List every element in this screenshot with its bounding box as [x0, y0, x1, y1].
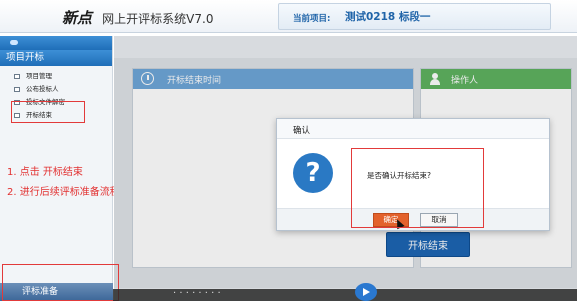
- dialog-title: 确认: [293, 126, 311, 136]
- highlight-box-sidebar: [11, 101, 85, 123]
- dialog-header: 确认: [277, 119, 549, 139]
- sidebar-item-label: 公布投标人: [26, 85, 59, 93]
- brand-name: 新点: [62, 9, 93, 27]
- sidebar-item-project-management[interactable]: 项目管理: [0, 70, 112, 83]
- highlight-box-bottom: [2, 264, 119, 301]
- video-control-bar: · · · · · · · ·: [113, 283, 577, 301]
- annotation-step-2: 2. 进行后续评标准备流程: [7, 187, 120, 198]
- current-project-label: 当前项目:: [293, 14, 331, 24]
- sidebar-top-bar: [0, 36, 112, 50]
- sidebar-toggle-icon[interactable]: [10, 40, 18, 45]
- sidebar-item-publish-bidders[interactable]: 公布投标人: [0, 83, 112, 96]
- checkbox-icon: [14, 87, 20, 92]
- video-caption: · · · · · · · ·: [173, 288, 221, 299]
- current-project-box: 当前项目: 测试0218 标段一: [278, 3, 551, 30]
- play-icon[interactable]: [355, 283, 377, 301]
- current-project-value: 测试0218 标段一: [345, 11, 431, 23]
- system-name: 网上开评标系统V7.0: [102, 12, 214, 26]
- brand-logo: 新点 网上开评标系统V7.0: [62, 7, 213, 28]
- sidebar-item-label: 项目管理: [26, 72, 52, 80]
- app-header: 新点 网上开评标系统V7.0 当前项目: 测试0218 标段一: [0, 0, 577, 33]
- question-icon: ?: [293, 153, 333, 193]
- highlight-box-dialog: [351, 148, 484, 228]
- checkbox-icon: [14, 74, 20, 79]
- sidebar-title: 项目开标: [0, 50, 112, 66]
- sidebar: 项目开标 项目管理 公布投标人 投标文件解密 开标结束 1. 点击 开标结束 2…: [0, 36, 120, 301]
- annotation-step-1: 1. 点击 开标结束: [7, 167, 83, 178]
